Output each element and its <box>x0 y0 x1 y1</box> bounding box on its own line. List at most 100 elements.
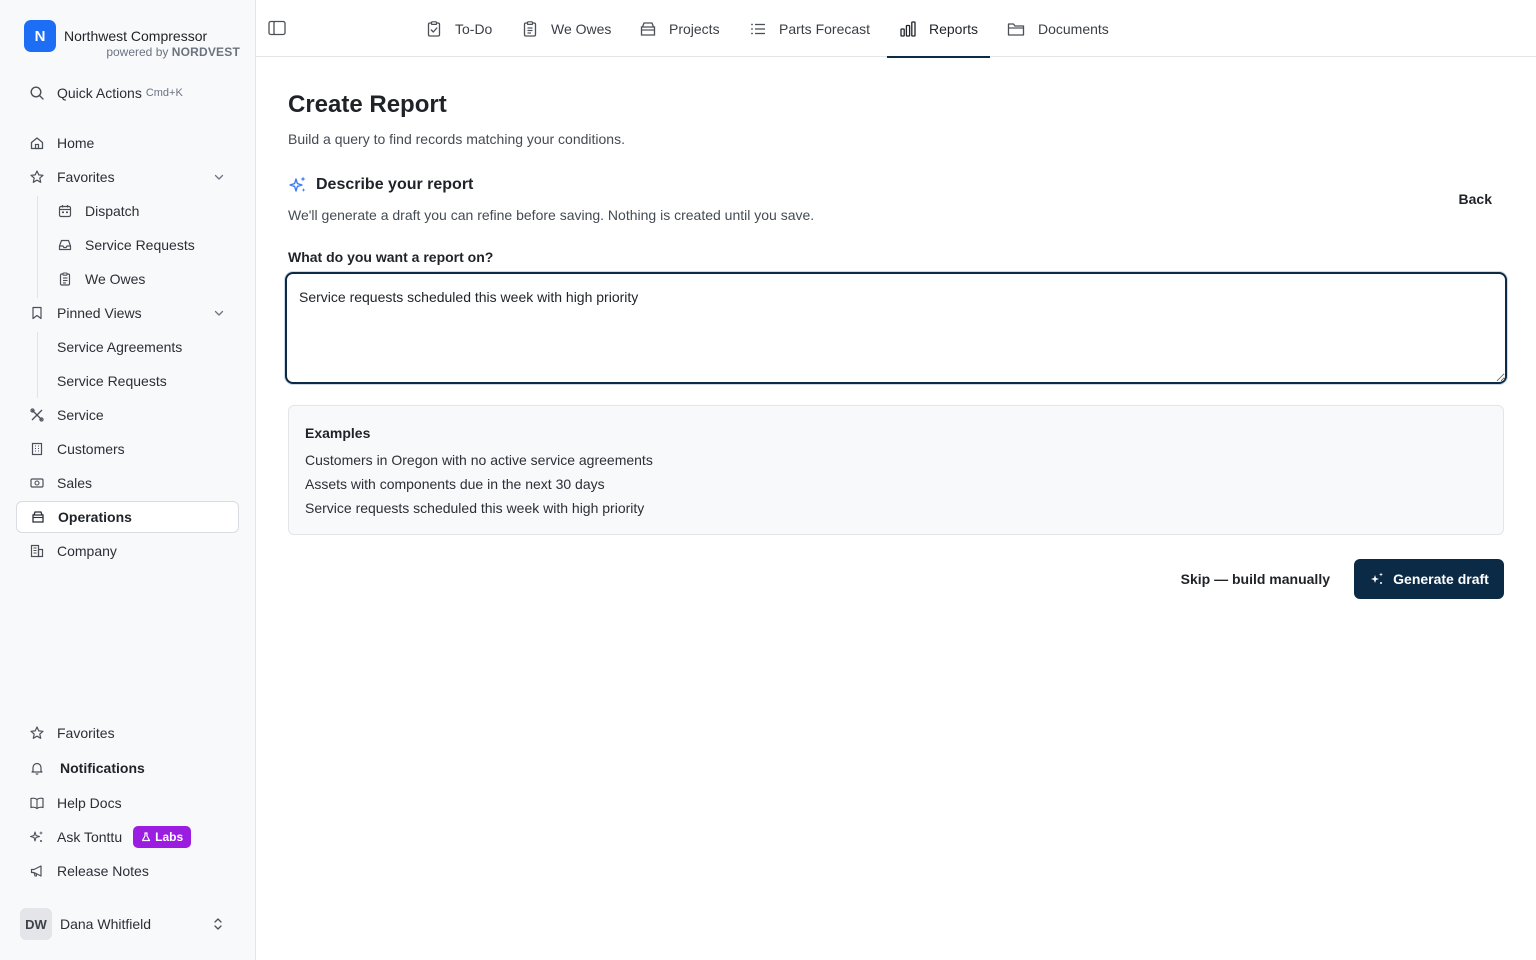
banknote-icon <box>29 475 45 491</box>
archive-icon <box>30 509 46 525</box>
quick-actions-button[interactable]: Quick Actions Cmd+K <box>16 77 239 109</box>
sidebar-bottom-help-docs[interactable]: Help Docs <box>16 787 239 819</box>
sidebar-item-sales[interactable]: Sales <box>16 467 239 499</box>
tab-label: Parts Forecast <box>779 20 871 37</box>
sidebar-item-label: Operations <box>58 509 132 525</box>
bookmark-icon <box>29 305 45 321</box>
examples-title: Examples <box>305 425 371 441</box>
book-open-icon <box>29 795 45 811</box>
tab-parts-forecast[interactable]: Parts Forecast <box>749 0 870 57</box>
section-description: We'll generate a draft you can refine be… <box>288 207 815 223</box>
sidebar-item-label: Release Notes <box>57 863 149 879</box>
bell-icon <box>29 760 45 776</box>
clipboard-list-icon <box>521 20 539 38</box>
user-menu[interactable]: DW Dana Whitfield <box>20 907 236 941</box>
sidebar-item-service-requests-pin[interactable]: Service Requests <box>44 365 239 397</box>
quick-actions-label: Quick Actions <box>57 85 142 101</box>
sparkles-icon <box>1369 571 1385 587</box>
star-icon <box>29 169 45 185</box>
clipboard-check-icon <box>425 20 443 38</box>
sidebar-item-service-agreements[interactable]: Service Agreements <box>44 331 239 363</box>
example-item[interactable]: Service requests scheduled this week wit… <box>305 500 644 516</box>
sidebar-item-label: Pinned Views <box>57 305 142 321</box>
brand-powered-by: powered by NORDVEST <box>106 45 240 59</box>
favorites-tree-line <box>37 196 38 298</box>
brand[interactable]: N Northwest Compressor powered by NORDVE… <box>24 20 240 60</box>
tab-documents[interactable]: Documents <box>1007 0 1109 57</box>
powered-by-text: powered by <box>106 45 169 59</box>
generate-draft-button[interactable]: Generate draft <box>1354 559 1504 599</box>
page-subtitle: Build a query to find records matching y… <box>288 131 625 147</box>
search-icon <box>29 85 45 101</box>
examples-panel: Examples Customers in Oregon with no act… <box>288 405 1504 535</box>
sidebar-item-label: Service Agreements <box>57 339 183 355</box>
sidebar-item-dispatch[interactable]: Dispatch <box>44 195 239 227</box>
sidebar-item-label: Company <box>57 543 117 559</box>
sidebar-toggle-icon[interactable] <box>268 20 286 36</box>
sidebar-item-label: Ask Tonttu <box>57 829 123 845</box>
sidebar-item-pinned-views[interactable]: Pinned Views <box>16 297 239 329</box>
sidebar-item-customers[interactable]: Customers <box>16 433 239 465</box>
sidebar-item-service-requests-fav[interactable]: Service Requests <box>44 229 239 261</box>
back-button[interactable]: Back <box>1459 191 1492 207</box>
archive-icon <box>639 20 657 38</box>
tab-label: Documents <box>1038 20 1109 37</box>
tab-label: We Owes <box>551 20 612 37</box>
sidebar-item-we-owes[interactable]: We Owes <box>44 263 239 295</box>
labs-badge-label: Labs <box>155 830 184 844</box>
skip-build-manually-button[interactable]: Skip — build manually <box>1181 571 1330 587</box>
sidebar-item-label: Favorites <box>57 169 115 185</box>
tab-we-owes[interactable]: We Owes <box>521 0 611 57</box>
page-title: Create Report <box>288 91 447 118</box>
sidebar-item-label: Service Requests <box>57 373 167 389</box>
query-label: What do you want a report on? <box>288 249 494 265</box>
example-item[interactable]: Assets with components due in the next 3… <box>305 476 605 492</box>
brand-name: Northwest Compressor <box>64 28 208 44</box>
tab-label: Projects <box>669 20 720 37</box>
user-name: Dana Whitfield <box>60 916 152 932</box>
tab-reports[interactable]: Reports <box>886 0 991 58</box>
home-icon <box>29 135 45 151</box>
building-icon <box>29 441 45 457</box>
sidebar-item-label: Help Docs <box>57 795 122 811</box>
folder-icon <box>1007 20 1025 38</box>
chevron-down-icon[interactable] <box>211 169 227 185</box>
calendar-icon <box>57 203 73 219</box>
sidebar-item-label: Sales <box>57 475 93 491</box>
sidebar-item-operations[interactable]: Operations <box>16 501 239 533</box>
section-title: Describe your report <box>316 176 474 193</box>
sidebar-item-label: Favorites <box>57 725 115 741</box>
tab-label: To-Do <box>455 20 493 37</box>
report-query-input[interactable]: Service requests scheduled this week wit… <box>285 272 1507 384</box>
flask-icon <box>142 832 151 842</box>
sidebar-bottom-favorites[interactable]: Favorites <box>16 717 239 749</box>
inbox-icon <box>57 237 73 253</box>
sidebar-item-favorites[interactable]: Favorites <box>16 161 239 193</box>
sparkles-icon <box>288 175 308 195</box>
tab-label: Reports <box>929 20 979 37</box>
tools-icon <box>29 407 45 423</box>
sidebar-bottom-release-notes[interactable]: Release Notes <box>16 855 239 887</box>
sidebar-item-label: We Owes <box>85 271 146 287</box>
chevron-down-icon[interactable] <box>211 305 227 321</box>
sidebar-item-label: Notifications <box>60 760 145 776</box>
sidebar-item-label: Dispatch <box>85 203 140 219</box>
generate-draft-label: Generate draft <box>1393 571 1489 587</box>
example-item[interactable]: Customers in Oregon with no active servi… <box>305 452 653 468</box>
list-icon <box>749 20 767 38</box>
chevron-up-down-icon <box>210 916 226 932</box>
sidebar-item-service[interactable]: Service <box>16 399 239 431</box>
bar-chart-icon <box>899 20 917 38</box>
quick-actions-shortcut: Cmd+K <box>145 87 183 99</box>
megaphone-icon <box>29 863 45 879</box>
labs-badge: Labs <box>133 826 192 848</box>
sidebar-bottom-ask-tonttu[interactable]: Ask Tonttu Labs <box>16 821 239 853</box>
sidebar-item-company[interactable]: Company <box>16 535 239 567</box>
tab-to-do[interactable]: To-Do <box>425 0 492 57</box>
sidebar-bottom-notifications[interactable]: Notifications <box>16 752 239 784</box>
top-nav: To-Do We Owes Projects Parts Forecast Re… <box>256 0 1536 58</box>
tab-projects[interactable]: Projects <box>639 0 720 57</box>
avatar: DW <box>20 908 52 940</box>
sidebar-item-label: Home <box>57 135 95 151</box>
sidebar-item-home[interactable]: Home <box>16 127 239 159</box>
